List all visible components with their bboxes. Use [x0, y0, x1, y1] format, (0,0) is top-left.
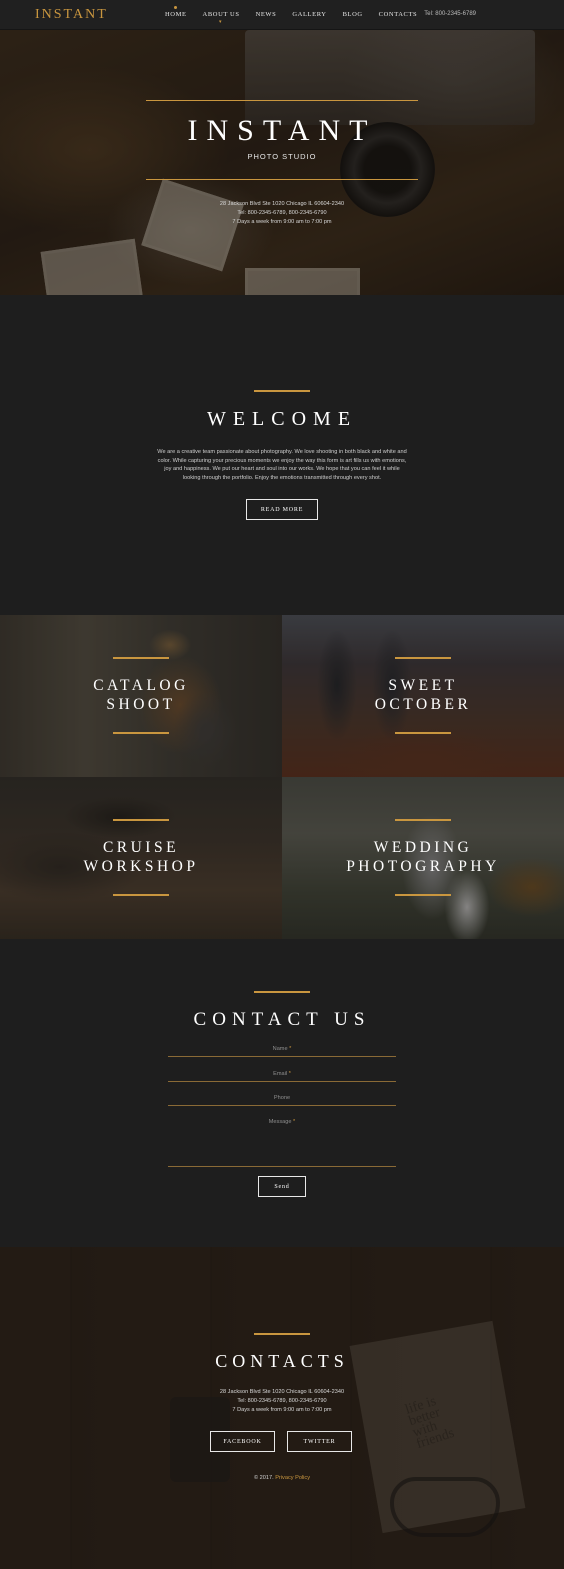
- tile-title-line: OCTOBER: [374, 696, 472, 713]
- copyright-text: © 2017.: [253, 1475, 274, 1481]
- hero-phones[interactable]: Tel: 800-2345-6789, 800-2345-6790: [0, 209, 564, 218]
- tile-title-line: SWEET: [388, 677, 458, 694]
- hero-section: INSTANT PHOTO STUDIO 28 Jackson Blvd Ste…: [0, 30, 564, 295]
- tile-bottom-divider: [113, 894, 169, 896]
- gallery-tile-catalog-shoot[interactable]: CATALOG SHOOT: [0, 615, 282, 777]
- tile-bottom-divider: [395, 894, 451, 896]
- nav-gallery[interactable]: GALLERY: [292, 11, 326, 18]
- contact-title: CONTACT US: [193, 1009, 371, 1030]
- main-nav: HOME ABOUT US ▾ NEWS GALLERY BLOG CONTAC…: [160, 6, 433, 25]
- send-button[interactable]: Send: [258, 1176, 306, 1197]
- site-logo[interactable]: INSTANT: [35, 7, 108, 23]
- gallery-tile-cruise-workshop[interactable]: CRUISE WORKSHOP: [0, 777, 282, 939]
- welcome-text: We are a creative team passionate about …: [157, 449, 407, 481]
- nav-home[interactable]: HOME: [165, 6, 187, 18]
- nav-news[interactable]: NEWS: [256, 11, 277, 18]
- tile-title: CRUISE WORKSHOP: [0, 838, 282, 876]
- message-field[interactable]: Message *: [168, 1116, 396, 1167]
- email-label: Email *: [168, 1071, 396, 1077]
- tile-title-line: SHOOT: [106, 696, 176, 713]
- tile-title-line: CATALOG: [93, 677, 189, 694]
- footer-section: life is better with friends CONTACTS 28 …: [0, 1247, 564, 1569]
- tile-title: WEDDING PHOTOGRAPHY: [282, 838, 564, 876]
- phone-label: Phone: [273, 1095, 291, 1101]
- tile-top-divider: [113, 819, 169, 821]
- contact-divider: [254, 991, 310, 993]
- footer-contact-info: 28 Jackson Blvd Ste 1020 Chicago IL 6060…: [0, 1388, 564, 1414]
- email-field[interactable]: Email *: [168, 1068, 396, 1082]
- required-mark: *: [288, 1071, 291, 1077]
- welcome-title: WELCOME: [206, 408, 358, 430]
- welcome-divider: [254, 390, 310, 392]
- facebook-button[interactable]: FACEBOOK: [210, 1431, 275, 1452]
- name-label-text: Name: [272, 1046, 288, 1052]
- name-label: Name *: [168, 1046, 396, 1052]
- message-label-text: Message: [268, 1119, 292, 1125]
- email-label-text: Email: [273, 1071, 288, 1077]
- hero-title: INSTANT: [187, 114, 377, 147]
- tile-bottom-divider: [395, 732, 451, 734]
- required-mark: *: [289, 1046, 292, 1052]
- header-phone[interactable]: Tel: 800-2345-6789: [424, 11, 476, 17]
- site-header: INSTANT HOME ABOUT US ▾ NEWS GALLERY BLO…: [0, 0, 564, 30]
- tile-title-line: PHOTOGRAPHY: [346, 858, 500, 875]
- footer-phones[interactable]: Tel: 800-2345-6789, 800-2345-6790: [0, 1397, 564, 1406]
- tile-top-divider: [395, 819, 451, 821]
- footer-divider: [254, 1333, 310, 1335]
- tile-title-line: WORKSHOP: [83, 858, 199, 875]
- tile-title-line: CRUISE: [102, 839, 180, 856]
- footer-copyright: © 2017. Privacy Policy: [0, 1475, 564, 1481]
- gallery-tile-wedding-photography[interactable]: WEDDING PHOTOGRAPHY: [282, 777, 564, 939]
- footer-hours: 7 Days a week from 9:00 am to 7:00 pm: [232, 1406, 332, 1413]
- hero-hours: 7 Days a week from 9:00 am to 7:00 pm: [232, 218, 332, 225]
- read-more-button[interactable]: READ MORE: [246, 499, 318, 520]
- tile-top-divider: [395, 657, 451, 659]
- nav-blog[interactable]: BLOG: [343, 11, 363, 18]
- tile-title: CATALOG SHOOT: [0, 676, 282, 714]
- hero-contact-info: 28 Jackson Blvd Ste 1020 Chicago IL 6060…: [0, 200, 564, 226]
- tile-title-line: WEDDING: [373, 839, 473, 856]
- footer-address: 28 Jackson Blvd Ste 1020 Chicago IL 6060…: [219, 1389, 345, 1395]
- tile-top-divider: [113, 657, 169, 659]
- chevron-down-icon[interactable]: ▾: [219, 19, 222, 25]
- hero-top-divider: [146, 100, 418, 101]
- phone-field[interactable]: Phone: [168, 1092, 396, 1106]
- footer-title: CONTACTS: [215, 1351, 349, 1371]
- twitter-button[interactable]: TWITTER: [287, 1431, 352, 1452]
- nav-about-us[interactable]: ABOUT US ▾: [202, 11, 240, 25]
- privacy-policy-link[interactable]: Privacy Policy: [275, 1475, 310, 1481]
- name-field[interactable]: Name *: [168, 1043, 396, 1057]
- hero-subtitle: PHOTO STUDIO: [247, 152, 317, 161]
- nav-about-us-label: ABOUT US: [202, 11, 240, 18]
- tile-title: SWEET OCTOBER: [282, 676, 564, 714]
- tile-bottom-divider: [113, 732, 169, 734]
- nav-contacts[interactable]: CONTACTS: [379, 11, 418, 18]
- hero-bottom-divider: [146, 179, 418, 180]
- hero-address: 28 Jackson Blvd Ste 1020 Chicago IL 6060…: [219, 201, 345, 207]
- gallery-tile-sweet-october[interactable]: SWEET OCTOBER: [282, 615, 564, 777]
- message-label: Message *: [168, 1119, 396, 1125]
- required-mark: *: [293, 1119, 296, 1125]
- hero-overlay: [0, 30, 564, 295]
